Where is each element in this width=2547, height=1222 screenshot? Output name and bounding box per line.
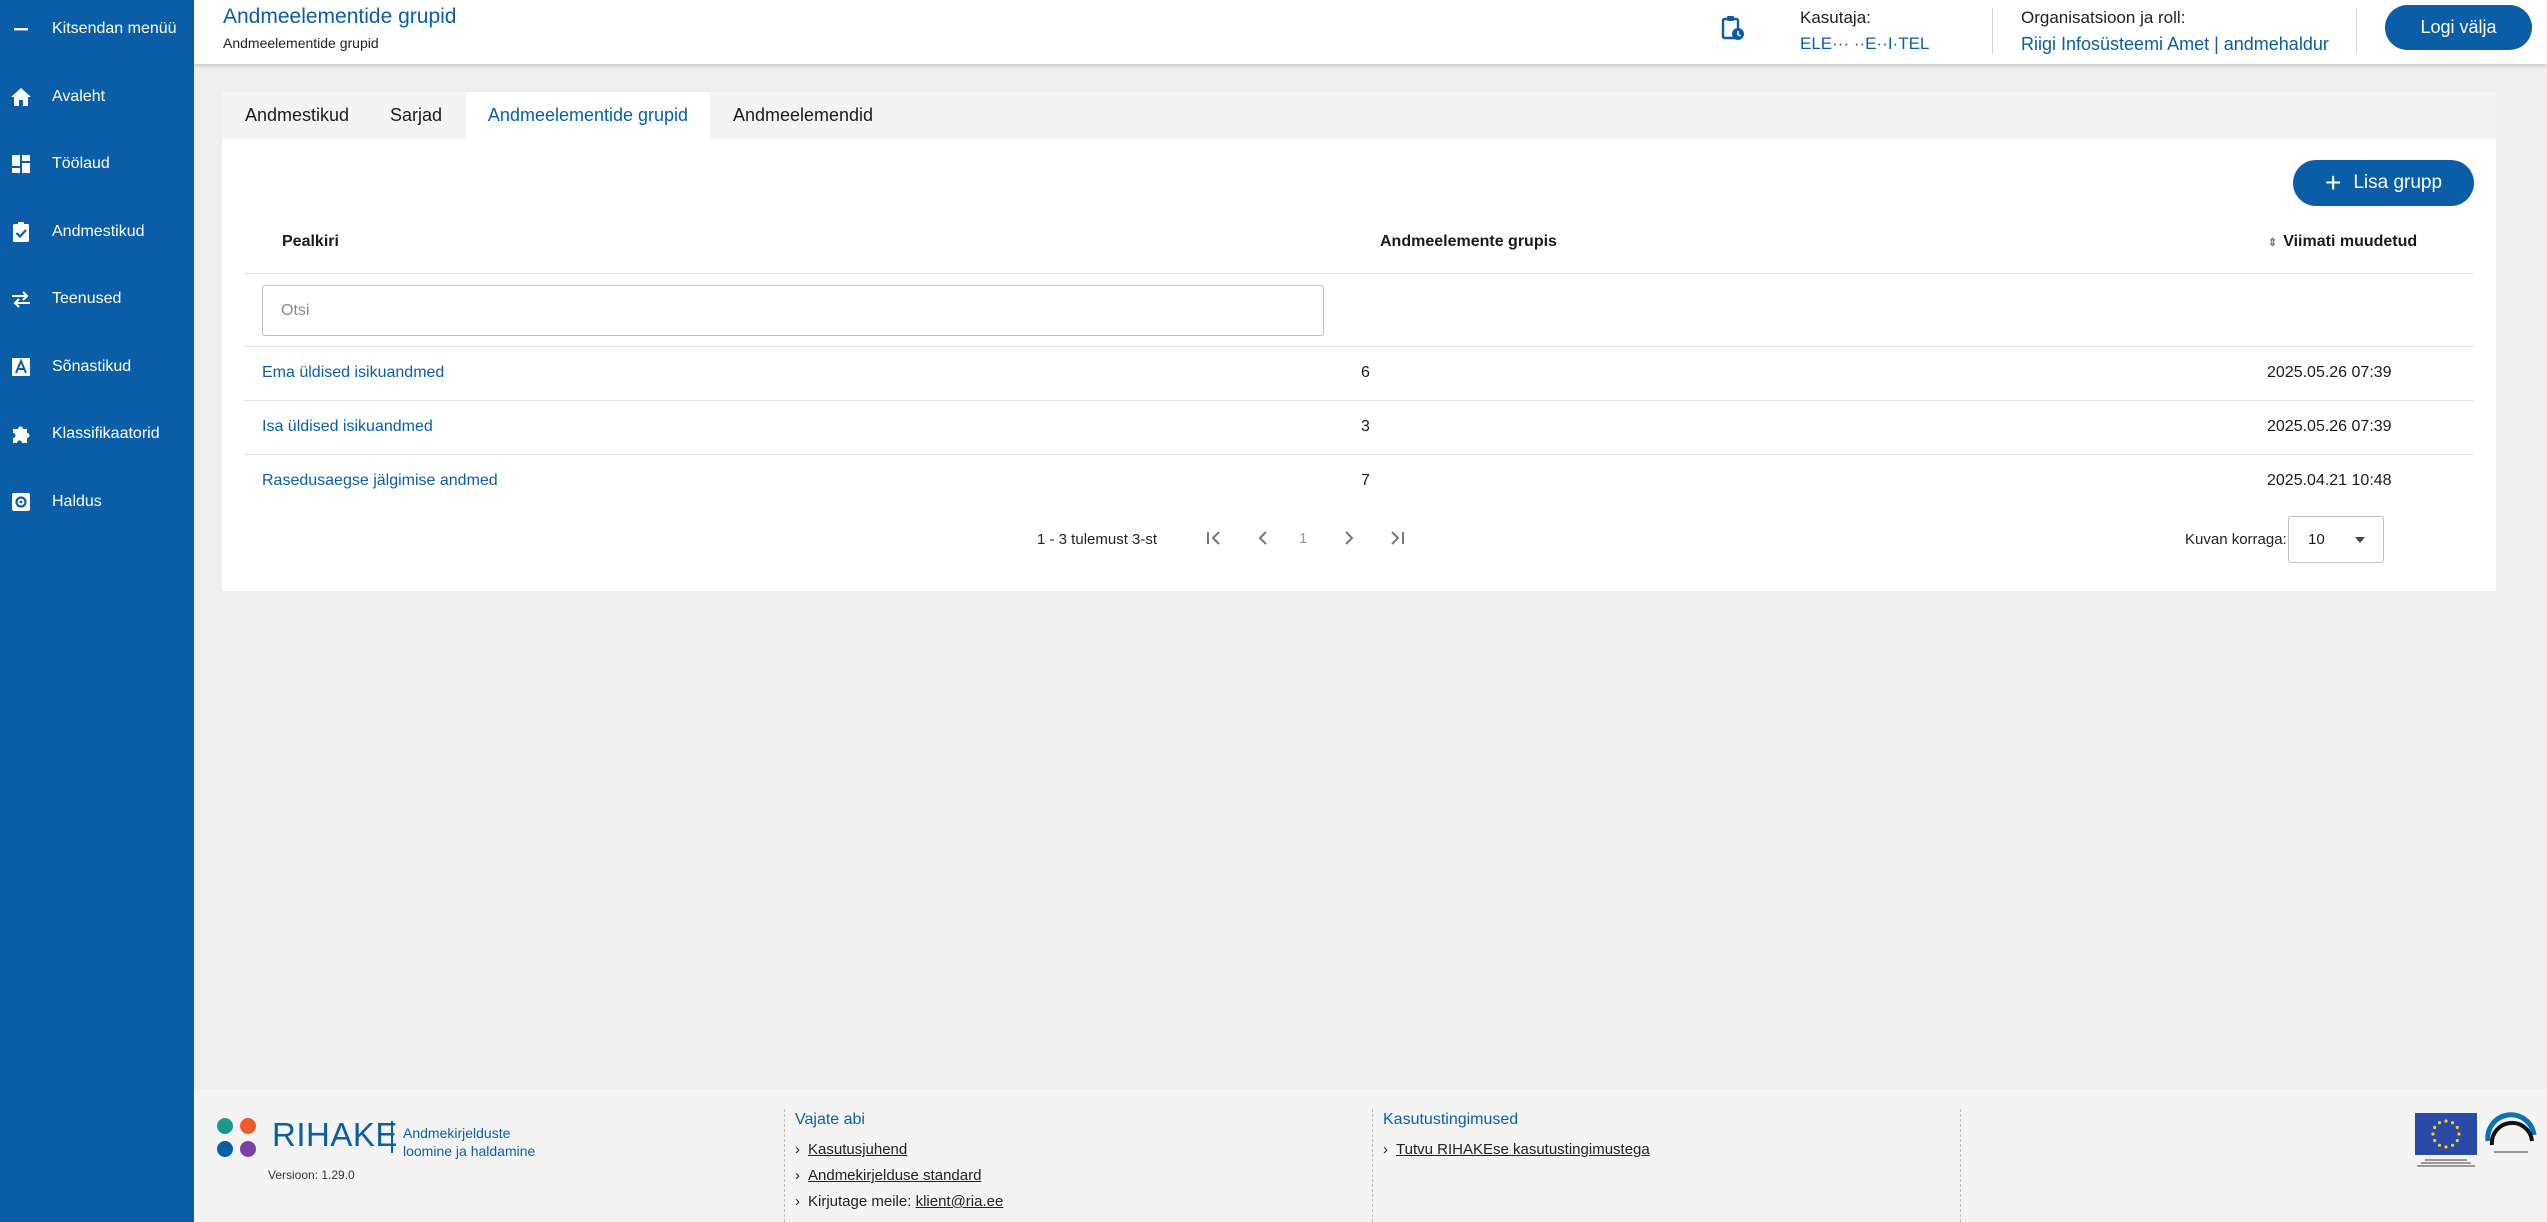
- tab-andmeelementide-grupid[interactable]: Andmeelementide grupid: [466, 92, 710, 139]
- sidebar-item-label: Klassifikaatorid: [52, 425, 160, 442]
- terms-title: Kasutustingimused: [1383, 1111, 1519, 1128]
- footer-divider: [1372, 1109, 1373, 1222]
- table-row-title-link[interactable]: Ema üldised isikuandmed: [262, 364, 444, 382]
- search-input[interactable]: [262, 285, 1324, 336]
- email-link[interactable]: klient@ria.ee: [916, 1193, 1004, 1210]
- user-label: Kasutaja:: [1800, 8, 1871, 27]
- tab-sarjad[interactable]: Sarjad: [372, 92, 460, 139]
- logout-button[interactable]: Logi välja: [2385, 5, 2532, 50]
- help-link-user-guide[interactable]: › Kasutusjuhend: [795, 1141, 1003, 1158]
- row-divider: [244, 454, 2474, 455]
- sidebar-item-label: Andmestikud: [52, 223, 145, 240]
- sidebar-item-teenused[interactable]: Teenused: [0, 279, 194, 319]
- collapse-menu-button[interactable]: Kitsendan menüü: [0, 9, 194, 49]
- org-info: Organisatsioon ja roll: Riigi Infosüstee…: [2021, 8, 2329, 55]
- user-info: Kasutaja: ELE··· ··E··I·TEL: [1800, 8, 1929, 54]
- column-header-modified-label: Viimati muudetud: [2283, 233, 2418, 250]
- content-card: Andmestikud Sarjad Andmeelementide grupi…: [222, 92, 2496, 591]
- rihake-logo-icon: [217, 1118, 256, 1157]
- logo-subtitle-line-1: Andmekirjelduste: [403, 1125, 511, 1141]
- letter-a-icon: [10, 356, 32, 378]
- user-name[interactable]: ELE··· ··E··I·TEL: [1800, 34, 1929, 54]
- header-divider: [2356, 8, 2357, 54]
- clipboard-check-icon: [10, 221, 32, 243]
- home-icon: [10, 86, 32, 108]
- help-link-standard[interactable]: › Andmekirjelduse standard: [795, 1167, 1003, 1184]
- help-title: Vajate abi: [795, 1111, 865, 1128]
- add-group-label: Lisa grupp: [2353, 172, 2443, 193]
- top-header: Andmeelementide grupid Andmeelementide g…: [194, 0, 2547, 64]
- current-page-number[interactable]: 1: [1299, 530, 1307, 547]
- first-page-icon[interactable]: [1199, 523, 1229, 553]
- sort-icon: ⇕: [2268, 237, 2278, 249]
- table-row-count: 7: [1361, 472, 1370, 489]
- version-label: Versioon: 1.29.0: [268, 1168, 355, 1182]
- tab-andmeelemendid[interactable]: Andmeelemendid: [710, 92, 896, 139]
- footer-divider: [1960, 1109, 1961, 1222]
- swap-arrows-icon: [10, 288, 32, 310]
- logo-divider: [391, 1121, 393, 1153]
- row-divider: [244, 273, 2474, 274]
- per-page-select[interactable]: 10: [2288, 516, 2384, 563]
- eu-flag-icon: [2415, 1113, 2477, 1155]
- sidebar-item-label: Teenused: [52, 290, 122, 307]
- tab-andmestikud[interactable]: Andmestikud: [222, 92, 372, 139]
- terms-link[interactable]: › Tutvu RIHAKEse kasutustingimustega: [1383, 1141, 1650, 1158]
- admin-icon: [10, 491, 32, 513]
- plus-icon: +: [2324, 167, 2342, 198]
- table-row-count: 6: [1361, 364, 1370, 381]
- page-title: Andmeelementide grupid: [223, 5, 457, 28]
- logo-text: RIHAKE: [272, 1116, 398, 1153]
- logo-subtitle: Andmekirjelduste loomine ja haldamine: [403, 1124, 535, 1160]
- sidebar-item-toolaud[interactable]: Töölaud: [0, 144, 194, 184]
- row-divider: [244, 400, 2474, 401]
- per-page-value: 10: [2308, 531, 2325, 548]
- table-row-title-link[interactable]: Rasedusaegse jälgimise andmed: [262, 472, 498, 490]
- org-role-selector[interactable]: Riigi Infosüsteemi Amet | andmehaldur: [2021, 34, 2329, 55]
- sidebar-item-haldus[interactable]: Haldus: [0, 482, 194, 522]
- per-page-label: Kuvan korraga:: [2185, 531, 2287, 548]
- org-label: Organisatsioon ja roll:: [2021, 8, 2186, 27]
- sidebar-item-klassifikaatorid[interactable]: Klassifikaatorid: [0, 414, 194, 454]
- caret-down-icon: [2355, 537, 2365, 543]
- table-row-modified: 2025.05.26 07:39: [2267, 364, 2392, 381]
- last-page-icon[interactable]: [1382, 523, 1412, 553]
- table-row-title-link[interactable]: Isa üldised isikuandmed: [262, 418, 433, 436]
- dashboard-icon: [10, 153, 32, 175]
- column-header-title[interactable]: Pealkiri: [282, 233, 339, 251]
- chevron-right-icon[interactable]: [1334, 523, 1364, 553]
- sidebar-item-label: Sõnastikud: [52, 358, 132, 375]
- sidebar-item-sonastikud[interactable]: Sõnastikud: [0, 347, 194, 387]
- add-group-button[interactable]: + Lisa grupp: [2293, 160, 2474, 206]
- minus-icon: [10, 18, 32, 40]
- sidebar-item-label: Haldus: [52, 493, 102, 510]
- sidebar-item-label: Kitsendan menüü: [52, 20, 177, 37]
- sidebar: Kitsendan menüü Avaleht Töölaud Andmesti…: [0, 0, 194, 1222]
- estonia-logo-icon: [2485, 1112, 2537, 1153]
- row-divider: [244, 346, 2474, 347]
- footer-help: Vajate abi › Kasutusjuhend › Andmekirjeldu…: [795, 1111, 1003, 1219]
- puzzle-icon: [10, 423, 32, 445]
- eu-fund-caption-graphic: [2413, 1158, 2479, 1168]
- column-header-modified[interactable]: ⇕ Viimati muudetud: [2268, 233, 2417, 251]
- sidebar-item-label: Töölaud: [52, 155, 110, 172]
- header-divider: [1992, 8, 1993, 54]
- pagination-info: 1 - 3 tulemust 3-st: [1037, 531, 1158, 548]
- footer-divider: [784, 1109, 785, 1222]
- help-email: › Kirjutage meile: klient@ria.ee: [795, 1193, 1004, 1210]
- clipboard-clock-icon[interactable]: [1718, 14, 1746, 42]
- column-header-count[interactable]: Andmeelemente grupis: [1380, 233, 1557, 251]
- sidebar-item-andmestikud[interactable]: Andmestikud: [0, 212, 194, 252]
- footer-terms: Kasutustingimused › Tutvu RIHAKEse kasutu…: [1383, 1111, 1650, 1167]
- table-row-count: 3: [1361, 418, 1370, 435]
- logo-subtitle-line-2: loomine ja haldamine: [403, 1143, 536, 1159]
- table-row-modified: 2025.05.26 07:39: [2267, 418, 2392, 435]
- table-row-modified: 2025.04.21 10:48: [2267, 472, 2392, 489]
- breadcrumb: Andmeelementide grupid: [223, 35, 379, 51]
- chevron-left-icon[interactable]: [1248, 523, 1278, 553]
- sidebar-item-avaleht[interactable]: Avaleht: [0, 77, 194, 117]
- tab-bar: Andmestikud Sarjad Andmeelementide grupi…: [222, 92, 2496, 139]
- footer: RIHAKE Andmekirjelduste loomine ja halda…: [194, 1089, 2547, 1222]
- sidebar-item-label: Avaleht: [52, 88, 106, 105]
